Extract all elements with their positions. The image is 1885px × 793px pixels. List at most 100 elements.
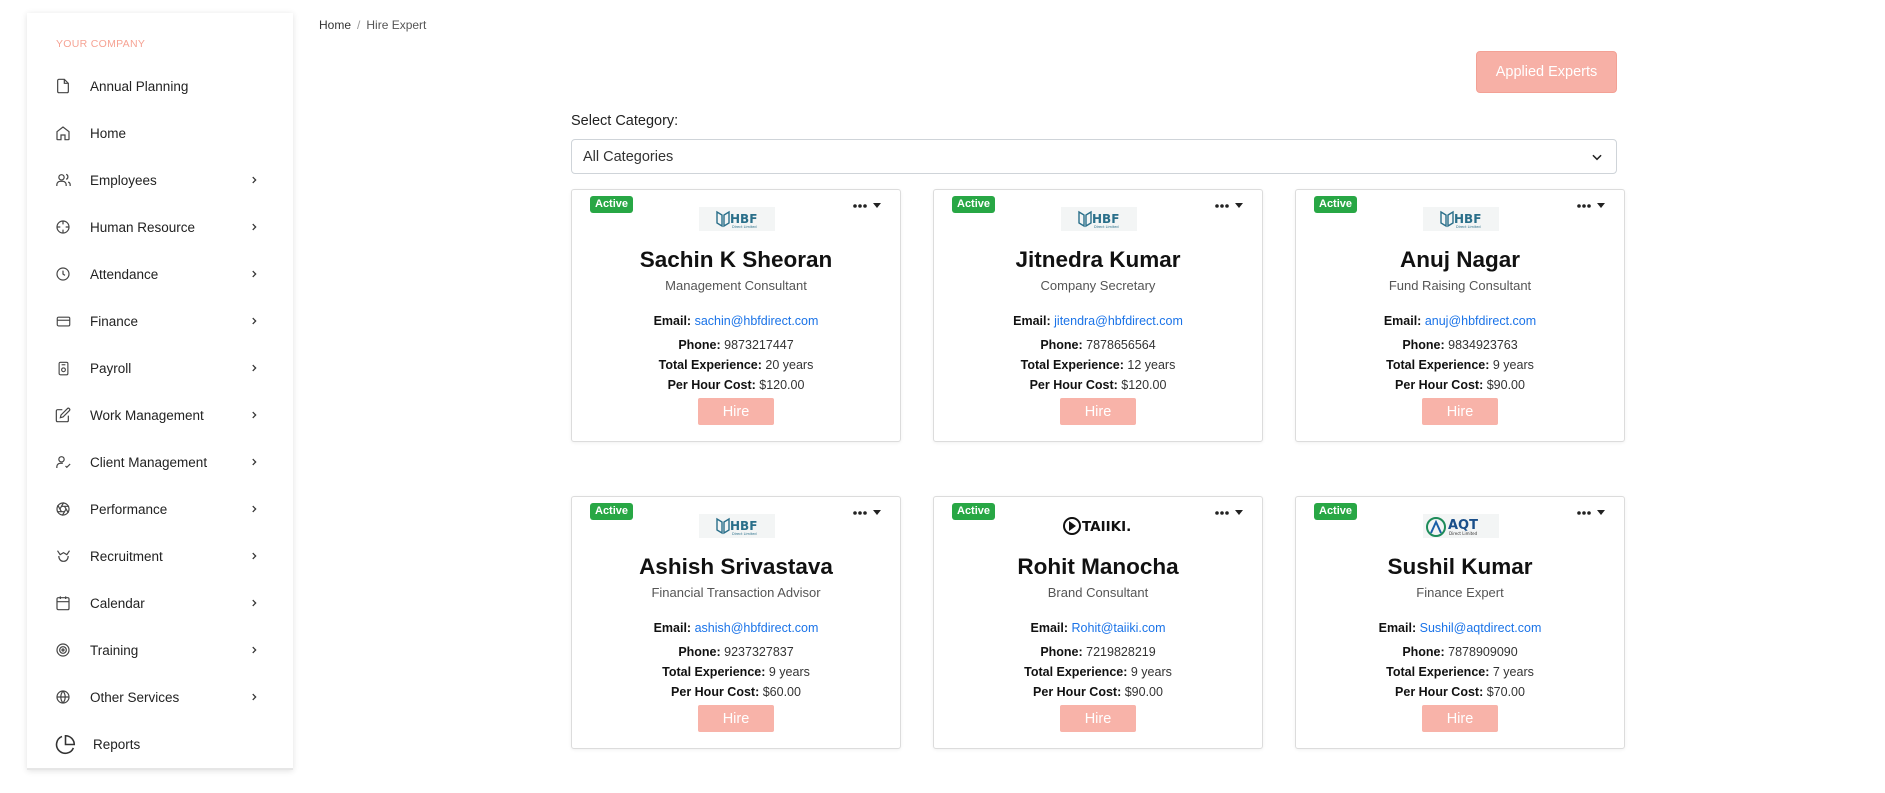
sidebar-item-label: Human Resource [90, 219, 196, 235]
sidebar-item-attendance[interactable]: Attendance [27, 254, 293, 294]
category-select[interactable]: All Categories [571, 139, 1617, 174]
expert-experience: 9 years [1130, 665, 1172, 679]
email-label: Email: [653, 621, 692, 635]
hire-button[interactable]: Hire [1422, 705, 1498, 732]
chevron-right-icon [247, 690, 261, 704]
hire-button[interactable]: Hire [698, 705, 774, 732]
expert-email-link[interactable]: sachin@hbfdirect.com [695, 314, 819, 328]
expert-role: Finance Expert [1416, 585, 1504, 600]
expert-phone: 7878656564 [1086, 338, 1156, 352]
sidebar-item-payroll[interactable]: Payroll [27, 348, 293, 388]
svg-text:Direct Limited: Direct Limited [1094, 225, 1119, 229]
card-menu-button[interactable] [853, 195, 881, 213]
edit-icon [54, 406, 72, 424]
sidebar-item-work-management[interactable]: Work Management [27, 395, 293, 435]
expert-cost: $90.00 [1486, 378, 1525, 392]
expert-phone-row: Phone: 7219828219 [934, 645, 1262, 659]
expert-email-link[interactable]: jitendra@hbfdirect.com [1054, 314, 1183, 328]
clock-icon [54, 265, 72, 283]
expert-phone: 9237327837 [724, 645, 794, 659]
expert-email-link[interactable]: Rohit@taiiki.com [1072, 621, 1166, 635]
company-name: YOUR COMPANY [56, 38, 146, 50]
sidebar-item-home[interactable]: Home [27, 113, 293, 153]
expert-experience-row: Total Experience: 20 years [572, 358, 900, 372]
email-label: Email: [1030, 621, 1069, 635]
sidebar-item-employees[interactable]: Employees [27, 160, 293, 200]
expert-name: Ashish Srivastava [639, 554, 833, 579]
card-menu-button[interactable] [1577, 195, 1605, 213]
breadcrumb-current: Hire Expert [366, 18, 427, 32]
expert-cost: $60.00 [762, 685, 801, 699]
sidebar-item-finance[interactable]: Finance [27, 301, 293, 341]
expert-experience: 12 years [1127, 358, 1176, 372]
more-horizontal-icon [1577, 195, 1591, 213]
sidebar-item-reports[interactable]: Reports [27, 724, 293, 764]
expert-phone: 7219828219 [1086, 645, 1156, 659]
expert-card: Active HBF Direct Limited Anuj Nagar Fund Ra… [1295, 189, 1625, 442]
expert-cost: $70.00 [1486, 685, 1525, 699]
hire-button[interactable]: Hire [698, 398, 774, 425]
expert-cost-row: Per Hour Cost: $90.00 [1296, 378, 1624, 392]
hire-button[interactable]: Hire [1422, 398, 1498, 425]
card-menu-button[interactable] [1215, 195, 1243, 213]
chevron-right-icon [247, 408, 261, 422]
svg-text:HBF: HBF [730, 212, 757, 226]
sidebar-item-performance[interactable]: Performance [27, 489, 293, 529]
status-badge: Active [1314, 196, 1358, 213]
expert-email-link[interactable]: Sushil@aqtdirect.com [1420, 621, 1542, 635]
category-label: Select Category: [571, 113, 679, 129]
chevron-right-icon [247, 220, 261, 234]
chevron-right-icon [247, 455, 261, 469]
hire-button[interactable]: Hire [1060, 398, 1136, 425]
breadcrumb-separator: / [357, 18, 361, 32]
more-horizontal-icon [1577, 502, 1591, 520]
sidebar-item-human-resource[interactable]: Human Resource [27, 207, 293, 247]
chevron-right-icon [247, 267, 261, 281]
card-menu-button[interactable] [853, 502, 881, 520]
sidebar-item-label: Annual Planning [90, 78, 189, 94]
expert-experience-row: Total Experience: 9 years [1296, 358, 1624, 372]
sidebar-item-label: Training [90, 642, 139, 658]
sidebar-item-calendar[interactable]: Calendar [27, 583, 293, 623]
expert-email-link[interactable]: anuj@hbfdirect.com [1425, 314, 1536, 328]
sidebar-item-other-services[interactable]: Other Services [27, 677, 293, 717]
expert-card: Active TAIIKI. Rohit Manocha Brand Consulta… [933, 496, 1263, 749]
applied-experts-button[interactable]: Applied Experts [1476, 51, 1617, 93]
home-icon [54, 124, 72, 142]
expert-phone-row: Phone: 9834923763 [1296, 338, 1624, 352]
expert-experience: 20 years [765, 358, 814, 372]
phone-label: Phone: [1040, 338, 1083, 352]
card-menu-button[interactable] [1577, 502, 1605, 520]
user-check-icon [54, 453, 72, 471]
experience-label: Total Experience: [658, 358, 762, 372]
hire-button[interactable]: Hire [1060, 705, 1136, 732]
sidebar-item-recruitment[interactable]: Recruitment [27, 536, 293, 576]
cost-label: Per Hour Cost: [1395, 685, 1484, 699]
target-icon [54, 641, 72, 659]
sidebar-item-training[interactable]: Training [27, 630, 293, 670]
expert-cost-row: Per Hour Cost: $120.00 [572, 378, 900, 392]
breadcrumb-home-link[interactable]: Home [319, 18, 351, 32]
expert-experience: 9 years [768, 665, 810, 679]
company-logo: HBF Direct Limited [699, 207, 775, 231]
card-menu-button[interactable] [1215, 502, 1243, 520]
sidebar-item-annual-planning[interactable]: Annual Planning [27, 66, 293, 106]
expert-card: Active AQT Direct Limited Sushil Kumar Finan… [1295, 496, 1625, 749]
expert-email-row: Email: anuj@hbfdirect.com [1296, 314, 1624, 328]
company-logo: HBF Direct Limited [1061, 207, 1137, 231]
status-badge: Active [1314, 503, 1358, 520]
experience-label: Total Experience: [1024, 665, 1128, 679]
email-label: Email: [1383, 314, 1422, 328]
experience-label: Total Experience: [1386, 665, 1490, 679]
expert-phone-row: Phone: 9873217447 [572, 338, 900, 352]
expert-email-row: Email: jitendra@hbfdirect.com [934, 314, 1262, 328]
expert-name: Rohit Manocha [1017, 554, 1179, 579]
sidebar-item-client-management[interactable]: Client Management [27, 442, 293, 482]
experience-label: Total Experience: [662, 665, 766, 679]
status-badge: Active [590, 503, 634, 520]
expert-experience-row: Total Experience: 9 years [934, 665, 1262, 679]
caret-down-icon [1597, 195, 1605, 213]
expert-email-link[interactable]: ashish@hbfdirect.com [695, 621, 819, 635]
expert-card: Active HBF Direct Limited Ashish Srivastava… [571, 496, 901, 749]
status-badge: Active [952, 196, 996, 213]
